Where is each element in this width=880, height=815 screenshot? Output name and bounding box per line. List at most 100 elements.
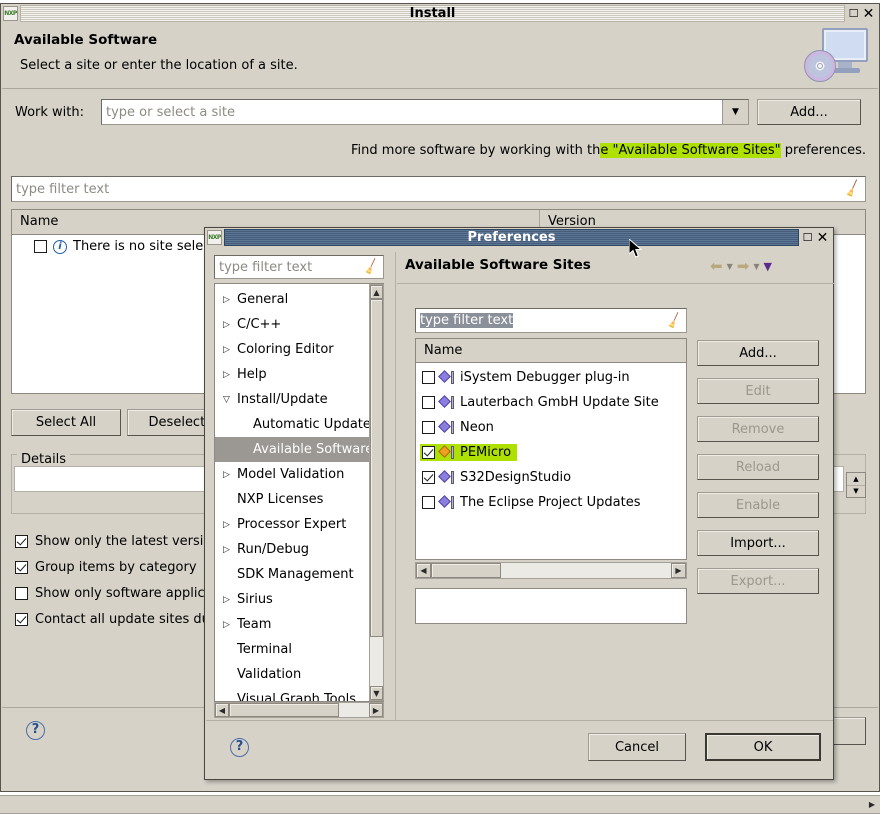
scroll-right-icon[interactable]: ▶ [369, 703, 383, 717]
tree-scroll-track[interactable] [370, 299, 383, 686]
site-checkbox[interactable] [422, 446, 435, 459]
scroll-right-icon[interactable]: ▶ [864, 796, 880, 813]
hint-suffix: preferences. [780, 143, 866, 158]
maximize-icon[interactable]: ☐ [847, 7, 860, 20]
tree-item[interactable]: ▷ Team [215, 612, 383, 637]
work-with-input[interactable]: type or select a site [106, 105, 235, 120]
tree-item[interactable]: Terminal [215, 637, 383, 662]
broom-icon[interactable]: 🧹 [362, 258, 381, 276]
tree-item[interactable]: SDK Management [215, 562, 383, 587]
broom-icon[interactable]: 🧹 [665, 311, 684, 329]
site-row[interactable]: Lauterbach GmbH Update Site [416, 390, 686, 415]
option-checkbox-applicable-only[interactable] [15, 586, 28, 600]
site-checkbox[interactable] [422, 371, 435, 384]
tree-item[interactable]: Automatic Updates [215, 412, 383, 437]
help-question-icon[interactable]: ? [26, 721, 45, 740]
close-icon[interactable]: ✕ [816, 231, 829, 245]
tree-item[interactable]: ▷ Help [215, 362, 383, 387]
site-row[interactable]: PEMicro [416, 440, 686, 465]
tree-item[interactable]: ▷ Processor Expert [215, 512, 383, 537]
site-checkbox[interactable] [422, 396, 435, 409]
tree-hscroll-track[interactable] [229, 703, 369, 717]
install-title-grip[interactable]: Install [20, 5, 845, 22]
sites-hscroll-track[interactable] [431, 563, 671, 578]
cancel-button[interactable]: Cancel [588, 733, 686, 761]
preferences-tree[interactable]: ▷ General ▷ C/C++ ▷ Coloring Editor ▷ Help ▽ Inst… [214, 283, 384, 702]
chevron-down-icon[interactable]: ▼ [727, 262, 733, 271]
sites-horizontal-scrollbar[interactable]: ◀ ▶ [415, 562, 687, 579]
preferences-tree-filter-input[interactable]: type filter text 🧹 [214, 255, 384, 279]
scroll-down-icon[interactable]: ▼ [370, 686, 383, 700]
select-all-button[interactable]: Select All [11, 409, 121, 436]
chevron-right-icon[interactable]: ▷ [221, 520, 232, 530]
tree-item-label: Processor Expert [237, 517, 347, 532]
preferences-title-grip[interactable]: Preferences [224, 229, 799, 246]
option-checkbox-latest-versions[interactable] [15, 534, 28, 548]
tree-item[interactable]: Validation [215, 662, 383, 687]
chevron-right-icon[interactable]: ▷ [221, 470, 232, 480]
site-row[interactable]: Neon [416, 415, 686, 440]
tree-item[interactable]: ▷ Run/Debug [215, 537, 383, 562]
chevron-right-icon[interactable]: ▷ [221, 595, 232, 605]
site-checkbox[interactable] [422, 496, 435, 509]
broom-icon[interactable]: 🧹 [843, 179, 863, 199]
tree-scroll-thumb[interactable] [370, 299, 383, 637]
hint-highlight-link[interactable]: e "Available Software Sites" [600, 143, 781, 158]
update-site-icon [438, 495, 455, 509]
scroll-left-icon[interactable]: ◀ [416, 563, 431, 578]
work-with-combo[interactable]: type or select a site ▼ [101, 99, 749, 125]
chevron-right-icon[interactable]: ▷ [221, 620, 232, 630]
hint-prefix: Find more software by working with th [351, 143, 601, 158]
site-row[interactable]: The Eclipse Project Updates [416, 490, 686, 515]
help-question-icon[interactable]: ? [230, 738, 249, 757]
row-checkbox[interactable] [34, 240, 47, 253]
close-icon[interactable]: ✕ [862, 7, 875, 21]
chevron-down-icon[interactable]: ▼ [722, 100, 748, 124]
chevron-down-icon[interactable]: ▼ [753, 262, 759, 271]
chevron-right-icon[interactable]: ▷ [221, 295, 232, 305]
install-filter-input[interactable]: type filter text 🧹 [11, 176, 866, 202]
triangle-down-icon[interactable]: ▼ [763, 260, 771, 273]
sites-filter-input[interactable]: type filter text 🧹 [415, 308, 687, 333]
tree-hscroll-thumb[interactable] [229, 703, 339, 717]
tree-item[interactable]: ▷ General [215, 287, 383, 312]
tree-horizontal-scrollbar[interactable]: ◀ ▶ [214, 702, 384, 718]
ok-button[interactable]: OK [705, 733, 821, 761]
option-checkbox-contact-all-sites[interactable] [15, 612, 28, 626]
scroll-right-icon[interactable]: ▶ [671, 563, 686, 578]
spinner-up-icon[interactable]: ▲ [847, 473, 865, 486]
chevron-right-icon[interactable]: ▷ [221, 545, 232, 555]
details-spinner[interactable]: ▲ ▼ [846, 472, 866, 498]
chevron-right-icon[interactable]: ▷ [221, 370, 232, 380]
site-checkbox[interactable] [422, 421, 435, 434]
tree-item[interactable]: NXP Licenses [215, 487, 383, 512]
scroll-up-icon[interactable]: ▲ [370, 285, 383, 299]
background-hscroll-track[interactable] [0, 796, 864, 813]
site-checkbox[interactable] [422, 471, 435, 484]
chevron-right-icon[interactable]: ▷ [221, 345, 232, 355]
tree-item[interactable]: Available Software Sites [215, 437, 383, 462]
chevron-right-icon[interactable]: ▷ [221, 320, 232, 330]
site-row[interactable]: S32DesignStudio [416, 465, 686, 490]
arrow-left-icon[interactable]: ⬅ [710, 257, 723, 275]
sites-column-header[interactable]: Name [416, 339, 686, 363]
scroll-left-icon[interactable]: ◀ [215, 703, 229, 717]
tree-item[interactable]: ▷ Model Validation [215, 462, 383, 487]
tree-item[interactable]: ▷ Coloring Editor [215, 337, 383, 362]
arrow-right-icon[interactable]: ➡ [737, 257, 750, 275]
spinner-down-icon[interactable]: ▼ [847, 486, 865, 498]
tree-item[interactable]: ▷ C/C++ [215, 312, 383, 337]
maximize-icon[interactable]: ☐ [801, 231, 814, 244]
add-button[interactable]: Add... [697, 340, 819, 366]
tree-item[interactable]: ▽ Install/Update [215, 387, 383, 412]
tree-vertical-scrollbar[interactable]: ▲ ▼ [369, 284, 384, 701]
tree-item[interactable]: ▷ Sirius [215, 587, 383, 612]
site-row[interactable]: iSystem Debugger plug-in [416, 365, 686, 390]
background-horizontal-scrollbar[interactable]: ▶ [0, 795, 880, 814]
sites-hscroll-thumb[interactable] [431, 563, 501, 578]
tree-item[interactable]: Visual Graph Tools [215, 687, 383, 701]
chevron-down-icon[interactable]: ▽ [221, 395, 232, 405]
add-site-button[interactable]: Add... [757, 99, 861, 125]
import-button[interactable]: Import... [697, 530, 819, 556]
option-checkbox-group-by-category[interactable] [15, 560, 28, 574]
